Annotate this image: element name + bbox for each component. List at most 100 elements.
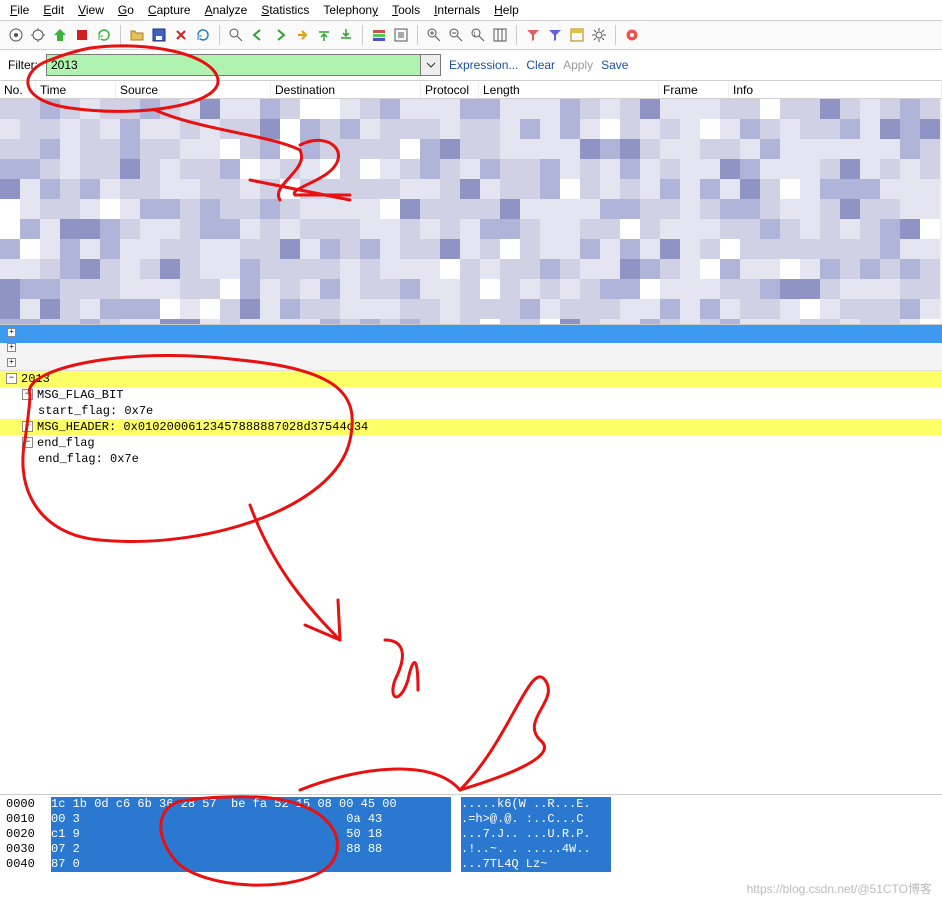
help-icon[interactable] [622,25,642,45]
hex-ascii: ...7.J.. ...U.R.P. [461,827,611,842]
packet-list-header: No. Time Source Destination Protocol Len… [0,81,942,99]
hex-dump[interactable]: 0000 1c 1b 0d c6 6b 36 28 57 be fa 52 15 … [0,794,942,874]
protocol-tree[interactable]: + + + − 2013 − MSG_FLAG_BIT start_flag: … [0,324,942,794]
hex-ascii: ...7TL4Q Lz~ [461,857,611,872]
zoom-reset-icon[interactable]: 1 [468,25,488,45]
packet-list[interactable] [0,99,942,324]
hex-row[interactable]: 0010 00 3 0a 43 .=h>@.@. :..C...C [6,812,936,827]
find-icon[interactable] [226,25,246,45]
jump-icon[interactable] [292,25,312,45]
tree-start-flag-label: start_flag: 0x7e [38,403,153,419]
hex-offset: 0040 [6,857,41,872]
interfaces-icon[interactable] [6,25,26,45]
resize-cols-icon[interactable] [490,25,510,45]
tree-msg-header-label: MSG_HEADER: 0x01020006123457888887028d37… [37,419,368,435]
hex-bytes: 1c 1b 0d c6 6b 36 28 57 be fa 52 15 08 0… [51,797,451,812]
col-time[interactable]: Time [36,82,116,98]
hex-offset: 0020 [6,827,41,842]
toolbar: 1 [0,21,942,50]
tree-expand-handle[interactable]: + [7,358,16,367]
prefs-icon[interactable] [589,25,609,45]
clear-button[interactable]: Clear [526,58,555,72]
menu-go[interactable]: Go [118,3,134,17]
hex-bytes: 87 0 [51,857,451,872]
hex-ascii: .!..~. . .....4W.. [461,842,611,857]
colorize-icon[interactable] [369,25,389,45]
expression-button[interactable]: Expression... [449,58,518,72]
chevron-down-icon [426,60,436,70]
tree-expand-handle[interactable]: + [22,421,33,432]
save-button[interactable]: Save [601,58,628,72]
filter-dropdown-button[interactable] [421,54,441,76]
reload-icon[interactable] [193,25,213,45]
watermark: https://blog.csdn.net/@51CTO博客 [747,880,932,897]
capture-filters-icon[interactable] [523,25,543,45]
tree-expand-handle[interactable]: + [7,328,16,337]
go-forward-icon[interactable] [270,25,290,45]
menu-edit[interactable]: Edit [43,3,64,17]
close-icon[interactable] [171,25,191,45]
hex-offset: 0000 [6,797,41,812]
hex-offset: 0030 [6,842,41,857]
col-info[interactable]: Info [729,82,942,98]
tree-collapse-handle[interactable]: − [22,389,33,400]
tree-expand-handle[interactable]: + [7,343,16,352]
save-icon[interactable] [149,25,169,45]
tree-start-flag[interactable]: start_flag: 0x7e [0,403,942,419]
menu-view[interactable]: View [78,3,104,17]
hex-bytes: c1 9 50 18 [51,827,451,842]
hex-ascii: .....k6(W ..R...E. [461,797,611,812]
filter-input[interactable] [46,54,421,76]
tree-root-label: 2013 [21,371,50,387]
col-length[interactable]: Length [479,82,659,98]
auto-scroll-icon[interactable] [391,25,411,45]
filter-bar: Filter: Expression... Clear Apply Save [0,50,942,81]
col-frame[interactable]: Frame [659,82,729,98]
col-source[interactable]: Source [116,82,271,98]
start-capture-icon[interactable] [50,25,70,45]
menu-help[interactable]: Help [494,3,519,17]
hex-bytes: 07 2 88 88 [51,842,451,857]
stop-capture-icon[interactable] [72,25,92,45]
tree-msg-flag-bit[interactable]: − MSG_FLAG_BIT [0,387,942,403]
menu-analyze[interactable]: Analyze [205,3,248,17]
tree-root[interactable]: − 2013 [0,371,942,387]
menu-internals[interactable]: Internals [434,3,480,17]
tree-collapse-handle[interactable]: − [6,373,17,384]
go-back-icon[interactable] [248,25,268,45]
filter-label: Filter: [8,58,38,72]
apply-button[interactable]: Apply [563,58,593,72]
zoom-in-icon[interactable] [424,25,444,45]
tree-end-flag-value-label: end_flag: 0x7e [38,451,139,467]
tree-end-flag-value[interactable]: end_flag: 0x7e [0,451,942,467]
options-icon[interactable] [28,25,48,45]
menu-telephony[interactable]: Telephony [323,3,378,17]
menu-statistics[interactable]: Statistics [261,3,309,17]
menu-bar: File Edit View Go Capture Analyze Statis… [0,0,942,21]
menu-tools[interactable]: Tools [392,3,420,17]
filter-input-wrap [46,54,441,76]
go-top-icon[interactable] [314,25,334,45]
col-protocol[interactable]: Protocol [421,82,479,98]
tree-collapse-handle[interactable]: − [22,437,33,448]
hex-row[interactable]: 0020 c1 9 50 18 ...7.J.. ...U.R.P. [6,827,936,842]
hex-ascii: .=h>@.@. :..C...C [461,812,611,827]
hex-offset: 0010 [6,812,41,827]
col-no[interactable]: No. [0,82,36,98]
hex-bytes: 00 3 0a 43 [51,812,451,827]
display-filters-icon[interactable] [545,25,565,45]
tree-end-flag[interactable]: − end_flag [0,435,942,451]
col-destination[interactable]: Destination [271,82,421,98]
hex-row[interactable]: 0040 87 0 ...7TL4Q Lz~ [6,857,936,872]
tree-end-flag-label: end_flag [37,435,95,451]
zoom-out-icon[interactable] [446,25,466,45]
hex-row[interactable]: 0000 1c 1b 0d c6 6b 36 28 57 be fa 52 15 … [6,797,936,812]
tree-msg-header[interactable]: + MSG_HEADER: 0x01020006123457888887028d… [0,419,942,435]
hex-row[interactable]: 0030 07 2 88 88 .!..~. . .....4W.. [6,842,936,857]
coloring-rules-icon[interactable] [567,25,587,45]
go-bottom-icon[interactable] [336,25,356,45]
open-icon[interactable] [127,25,147,45]
restart-capture-icon[interactable] [94,25,114,45]
menu-capture[interactable]: Capture [148,3,191,17]
menu-file[interactable]: File [10,3,29,17]
